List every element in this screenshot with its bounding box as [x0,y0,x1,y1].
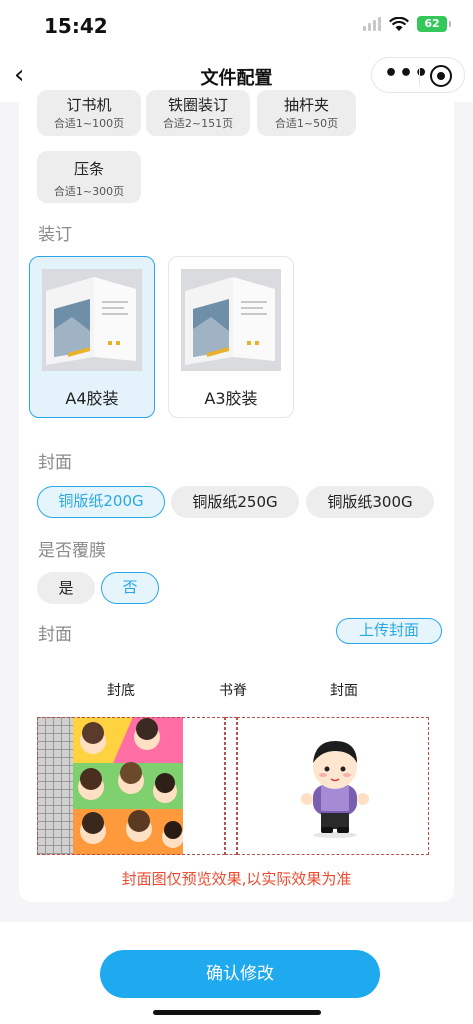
confirm-button[interactable]: 确认修改 [100,950,380,998]
lamination-no[interactable]: 否 [101,572,159,604]
config-card: 订书机 合适1~100页 铁圈装订 合适2~151页 抽杆夹 合适1~50页 压… [19,90,454,902]
home-indicator [153,1010,321,1015]
option-range: 合适1~50页 [274,117,339,130]
cover-paper-label: 封面 [38,453,72,473]
back-cover-heading: 封底 [107,683,135,699]
battery-icon: 62 [417,16,451,32]
back-cover-outline [37,717,225,855]
lamination-yes[interactable]: 是 [37,572,95,604]
status-bar: 15:42 62 [0,0,473,52]
lamination-label: 是否覆膜 [38,541,106,561]
footer-bar: 确认修改 [0,922,473,1024]
front-cover-heading: 封面 [330,683,358,699]
preview-notice: 封面图仅预览效果,以实际效果为准 [121,870,352,888]
status-icons: 62 [363,16,451,32]
option-stapler[interactable]: 订书机 合适1~100页 [37,90,141,136]
option-range: 合适2~151页 [162,117,234,130]
spine-outline [225,717,237,855]
status-time: 15:42 [44,14,108,38]
option-range: 合适1~300页 [53,185,125,198]
binding-option-label: A3胶装 [204,389,258,408]
option-range: 合适1~100页 [53,117,125,130]
binding-label: 装订 [38,225,72,245]
option-slide-binder[interactable]: 抽杆夹 合适1~50页 [257,90,356,136]
paper-option-300g[interactable]: 铜版纸300G [306,486,434,518]
binding-option-a4[interactable]: A4胶装 [29,256,155,418]
upload-cover-button[interactable]: 上传封面 [336,618,442,644]
a3-binding-image [181,269,281,371]
paper-option-200g[interactable]: 铜版纸200G [37,486,165,518]
mini-program-capsule: ••• [371,57,465,93]
binding-option-label: A4胶装 [65,389,119,408]
more-menu-icon[interactable]: ••• [384,63,429,85]
cover-preview [37,717,429,855]
close-miniprogram-icon[interactable] [430,65,452,87]
capsule-divider [419,67,420,85]
option-bar-binding[interactable]: 压条 合适1~300页 [37,151,141,203]
option-ring-binding[interactable]: 铁圈装订 合适2~151页 [146,90,250,136]
a4-binding-image [42,269,142,371]
front-cover-image [295,735,375,839]
cellular-signal-icon [363,17,381,31]
binding-option-a3[interactable]: A3胶装 [168,256,294,418]
spine-heading: 书脊 [219,683,247,699]
cover-preview-label: 封面 [38,625,72,645]
wifi-icon [389,16,409,31]
paper-option-250g[interactable]: 铜版纸250G [171,486,299,518]
